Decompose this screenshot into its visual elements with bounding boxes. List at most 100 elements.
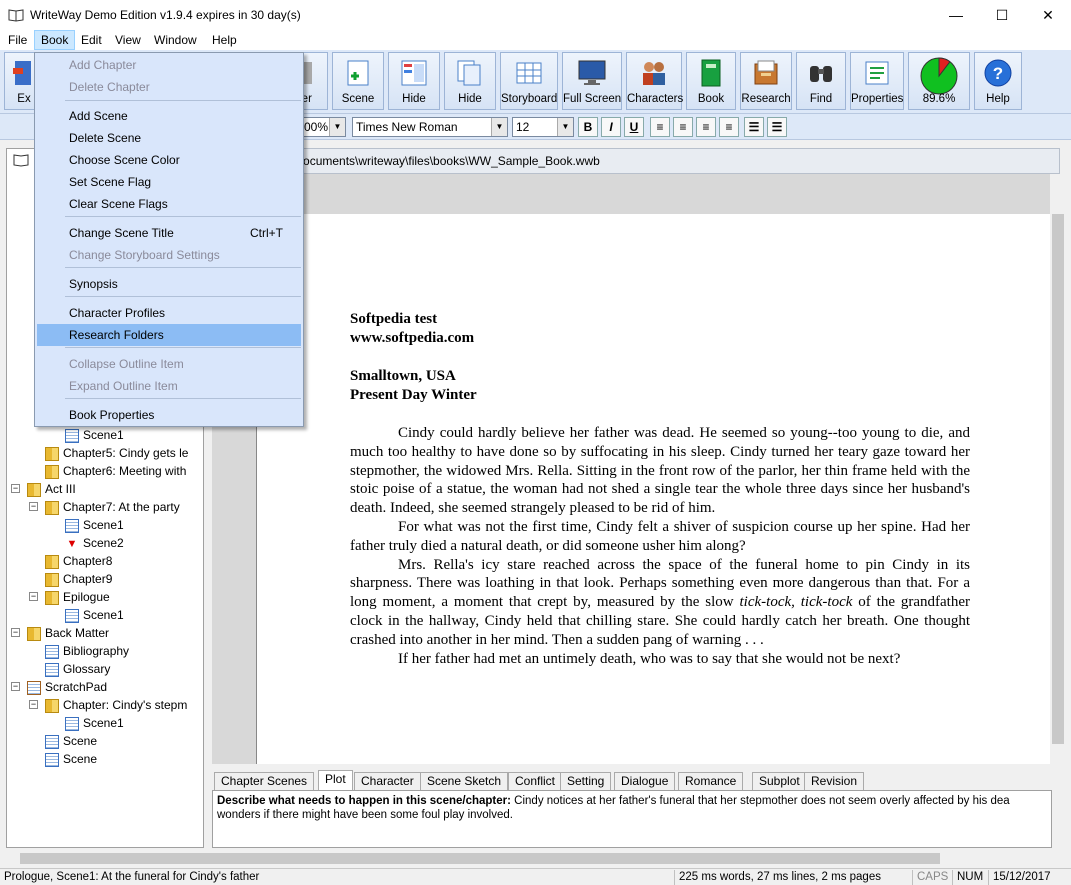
minimize-button[interactable]: — — [933, 0, 979, 30]
tree-item[interactable]: Chapter8 — [45, 552, 112, 570]
progress-button[interactable]: 89.6% — [908, 52, 970, 110]
hide-outline-button[interactable]: Hide — [388, 52, 440, 110]
title-bar: WriteWay Demo Edition v1.9.4 expires in … — [0, 0, 1071, 30]
menu-item-change-storyboard-settings[interactable]: Change Storyboard Settings — [37, 244, 301, 266]
tab-romance[interactable]: Romance — [678, 772, 744, 790]
menu-item-set-scene-flag[interactable]: Set Scene Flag — [37, 171, 301, 193]
justify-icon[interactable]: ≡ — [719, 117, 739, 137]
tab-subplot[interactable]: Subplot — [752, 772, 807, 790]
research-label: Research — [741, 93, 791, 105]
tree-item[interactable]: Chapter6: Meeting with — [45, 462, 186, 480]
tree-item[interactable]: Chapter5: Cindy gets le — [45, 444, 188, 462]
menu-view[interactable]: View — [109, 30, 147, 50]
menu-item-research-folders[interactable]: Research Folders — [37, 324, 301, 346]
tab-chapter-scenes[interactable]: Chapter Scenes — [214, 772, 315, 790]
tree-item[interactable]: Scene — [45, 732, 97, 750]
menu-item-collapse-outline-item[interactable]: Collapse Outline Item — [37, 353, 301, 375]
tree-item[interactable]: Chapter: Cindy's stepm — [45, 696, 187, 714]
menu-item-synopsis[interactable]: Synopsis — [37, 273, 301, 295]
menu-item-expand-outline-item[interactable]: Expand Outline Item — [37, 375, 301, 397]
tree-item-label: Scene1 — [83, 608, 124, 622]
bullet-list-icon[interactable]: ☰ — [744, 117, 764, 137]
underline-button[interactable]: U — [624, 117, 644, 137]
tree-item[interactable]: Bibliography — [45, 642, 129, 660]
font-combo[interactable]: Times New Roman ▼ — [352, 117, 508, 137]
align-right-icon[interactable]: ≡ — [696, 117, 716, 137]
menu-item-book-properties[interactable]: Book Properties — [37, 404, 301, 426]
tree-item[interactable]: Act III — [27, 480, 76, 498]
tab-conflict[interactable]: Conflict — [508, 772, 563, 790]
tree-item[interactable]: Chapter7: At the party — [45, 498, 180, 516]
tree-item[interactable]: Epilogue — [45, 588, 110, 606]
research-button[interactable]: Research — [740, 52, 792, 110]
tree-expander[interactable]: − — [29, 502, 38, 511]
tab-dialogue[interactable]: Dialogue — [614, 772, 676, 790]
bold-button[interactable]: B — [578, 117, 598, 137]
tree-item[interactable]: Scene1 — [65, 516, 124, 534]
italic-button[interactable]: I — [601, 117, 621, 137]
tab-setting[interactable]: Setting — [560, 772, 612, 790]
align-left-icon[interactable]: ≡ — [650, 117, 670, 137]
menu-book[interactable]: Book — [34, 30, 76, 50]
tab-plot[interactable]: Plot — [318, 770, 353, 790]
horizontal-scroll-thumb[interactable] — [20, 853, 940, 864]
menu-item-add-chapter[interactable]: Add Chapter — [37, 54, 301, 76]
menu-item-change-scene-title[interactable]: Change Scene Title Ctrl+T — [37, 222, 301, 244]
numbered-list-icon[interactable]: ☰ — [767, 117, 787, 137]
scene-button[interactable]: Scene — [332, 52, 384, 110]
menu-item-delete-chapter[interactable]: Delete Chapter — [37, 76, 301, 98]
tree-expander[interactable]: − — [11, 628, 20, 637]
align-center-icon[interactable]: ≡ — [673, 117, 693, 137]
tree-item[interactable]: Scene1 — [65, 714, 124, 732]
status-date: 15/12/2017 — [988, 870, 1055, 885]
tab-scene-sketch[interactable]: Scene Sketch — [420, 772, 509, 790]
tree-item[interactable]: Scene — [45, 750, 97, 768]
menu-window[interactable]: Window — [148, 30, 203, 50]
vertical-scrollbar[interactable] — [1050, 174, 1068, 764]
menu-item-character-profiles[interactable]: Character Profiles — [37, 302, 301, 324]
menu-help[interactable]: Help — [206, 30, 243, 50]
research-icon — [754, 60, 778, 85]
horizontal-scrollbar[interactable] — [6, 850, 1068, 867]
tree-item[interactable]: Scene1 — [65, 606, 124, 624]
find-button[interactable]: Find — [796, 52, 846, 110]
tree-expander[interactable]: − — [11, 484, 20, 493]
close-button[interactable]: ✕ — [1025, 0, 1071, 30]
zoom-combo[interactable]: 00% ▼ — [300, 117, 346, 137]
tree-item-label: Act III — [45, 482, 76, 496]
tab-character[interactable]: Character — [354, 772, 421, 790]
tab-revision[interactable]: Revision — [804, 772, 865, 790]
synopsis-panel[interactable]: Describe what needs to happen in this sc… — [212, 790, 1052, 848]
monitor-icon — [578, 60, 606, 85]
hide-pages-button[interactable]: Hide — [444, 52, 496, 110]
tree-item[interactable]: Scene1 — [65, 426, 124, 444]
tree-expander[interactable]: − — [11, 682, 20, 691]
help-button[interactable]: ? Help — [974, 52, 1022, 110]
full-screen-button[interactable]: Full Screen — [562, 52, 622, 110]
tree-item[interactable]: ScratchPad — [27, 678, 107, 696]
tree-item-label: Bibliography — [63, 644, 130, 658]
vertical-scroll-thumb[interactable] — [1052, 214, 1064, 744]
tree-item[interactable]: ▼ Scene2 — [65, 534, 124, 552]
tree-item[interactable]: Glossary — [45, 660, 110, 678]
font-size-combo[interactable]: 12 ▼ — [512, 117, 574, 137]
tree-expander[interactable]: − — [29, 592, 38, 601]
tree-item[interactable]: Chapter9 — [45, 570, 112, 588]
maximize-button[interactable]: ☐ — [979, 0, 1025, 30]
tree-item[interactable]: Back Matter — [27, 624, 109, 642]
book-label: Book — [697, 93, 725, 105]
menu-item-add-scene[interactable]: Add Scene — [37, 105, 301, 127]
menu-file[interactable]: File — [2, 30, 33, 50]
tree-expander[interactable]: − — [29, 700, 38, 709]
properties-button[interactable]: Properties — [850, 52, 904, 110]
menu-item-clear-scene-flags[interactable]: Clear Scene Flags — [37, 193, 301, 215]
font-size-value: 12 — [516, 120, 530, 134]
menu-item-delete-scene[interactable]: Delete Scene — [37, 127, 301, 149]
menu-edit[interactable]: Edit — [75, 30, 108, 50]
progress-pie-icon — [920, 57, 958, 95]
storyboard-button[interactable]: Storyboard — [500, 52, 558, 110]
hide-pages-icon — [457, 60, 481, 86]
book-button[interactable]: Book — [686, 52, 736, 110]
menu-item-choose-scene-color[interactable]: Choose Scene Color — [37, 149, 301, 171]
characters-button[interactable]: Characters — [626, 52, 683, 110]
